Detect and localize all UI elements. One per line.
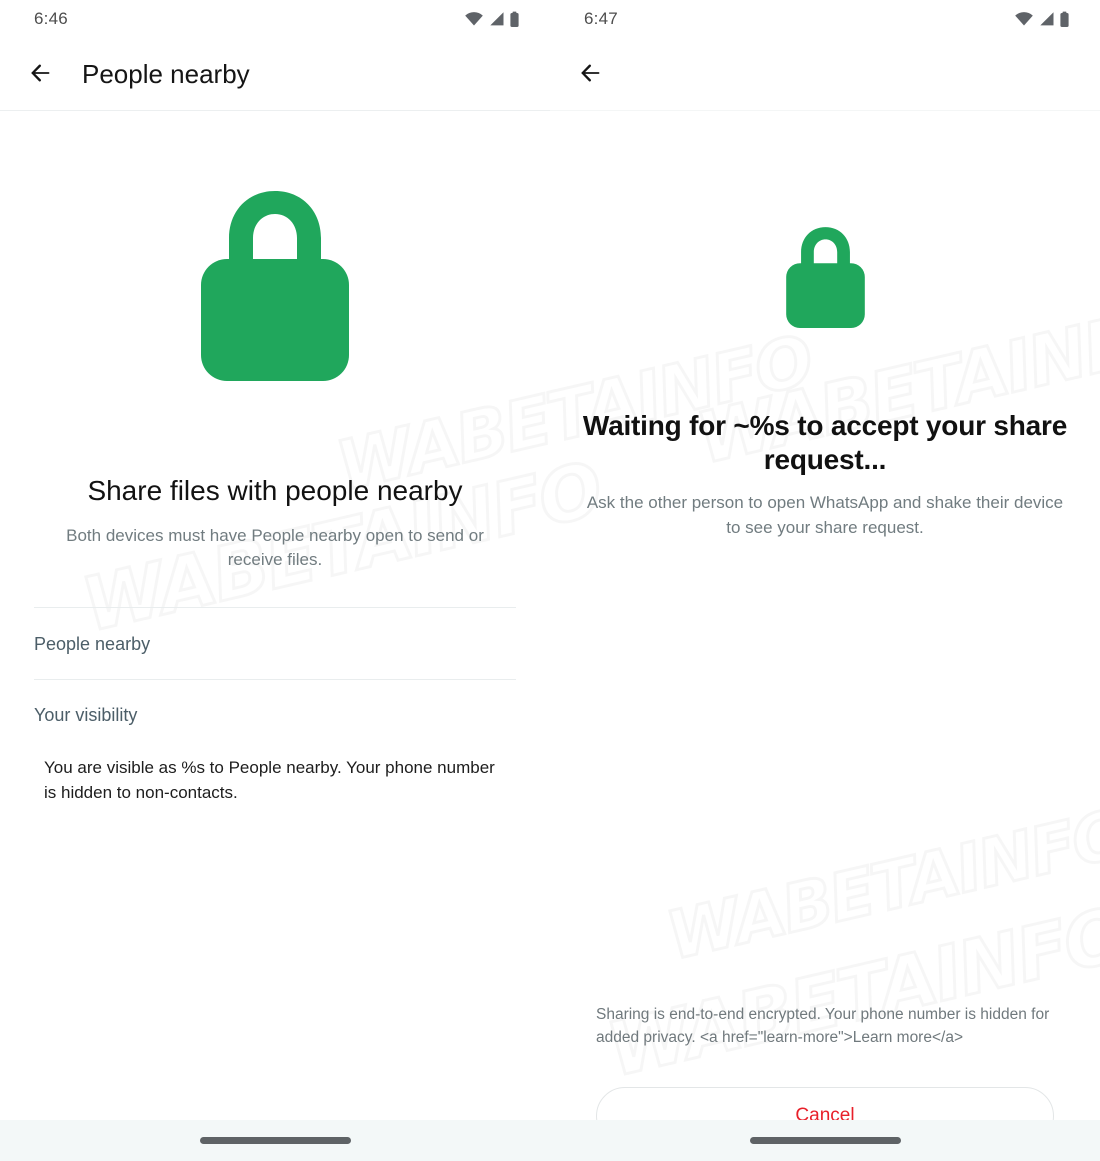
back-arrow-icon — [578, 60, 604, 89]
status-bar-left: 6:46 — [0, 0, 550, 38]
lock-icon-wrapper — [550, 219, 1100, 339]
back-button[interactable] — [20, 53, 62, 95]
battery-icon — [509, 11, 520, 28]
phone-screenshots-pair: 6:46 People nearby Share files with peop… — [0, 0, 1100, 1161]
hero-subtitle: Both devices must have People nearby ope… — [66, 525, 484, 570]
right-hero: Waiting for ~%s to accept your share req… — [550, 111, 1100, 541]
section-label: Your visibility — [34, 704, 138, 725]
right-content: Waiting for ~%s to accept your share req… — [550, 111, 1100, 1161]
status-time: 6:46 — [34, 9, 68, 28]
right-phone-panel: 6:47 Waiting for ~%s to accept your shar… — [550, 0, 1100, 1161]
hero-title: Waiting for ~%s to accept your share req… — [582, 410, 1068, 476]
section-your-visibility: Your visibility — [0, 680, 550, 744]
status-icons-group — [464, 11, 520, 28]
lock-icon — [195, 183, 355, 390]
status-icons-group — [1014, 11, 1070, 28]
back-button[interactable] — [570, 53, 612, 95]
screenshot-root: WABETAINFO WABETAINFO WABETAINFO WABETAI… — [0, 0, 1100, 1161]
status-bar-right: 6:47 — [550, 0, 1100, 38]
nav-half-left — [0, 1120, 550, 1161]
status-time: 6:47 — [584, 9, 618, 28]
page-title: People nearby — [82, 58, 250, 89]
system-navigation-bar — [0, 1120, 1100, 1161]
nav-half-right — [550, 1120, 1100, 1161]
cellular-signal-icon — [488, 11, 505, 27]
app-bar-left: People nearby — [0, 38, 550, 110]
back-arrow-icon — [28, 60, 54, 89]
cellular-signal-icon — [1038, 11, 1055, 27]
hero-title: Share files with people nearby — [87, 475, 463, 506]
section-label: People nearby — [34, 633, 151, 654]
left-content: Share files with people nearby Both devi… — [0, 111, 550, 1161]
wifi-icon — [1014, 11, 1034, 27]
visibility-description: You are visible as %s to People nearby. … — [44, 757, 495, 802]
wifi-icon — [464, 11, 484, 27]
sidebar-item-people-nearby[interactable]: People nearby — [0, 608, 550, 679]
app-bar-right — [550, 38, 1100, 110]
lock-icon-wrapper — [0, 183, 550, 390]
left-phone-panel: 6:46 People nearby Share files with peop… — [0, 0, 550, 1161]
home-indicator[interactable] — [199, 1137, 351, 1144]
home-indicator[interactable] — [749, 1137, 901, 1144]
hero-subtitle: Ask the other person to open WhatsApp an… — [586, 493, 1064, 537]
left-hero: Share files with people nearby Both devi… — [0, 111, 550, 573]
encryption-note: Sharing is end-to-end encrypted. Your ph… — [596, 1006, 1050, 1046]
battery-icon — [1059, 11, 1070, 28]
lock-icon — [783, 219, 868, 339]
